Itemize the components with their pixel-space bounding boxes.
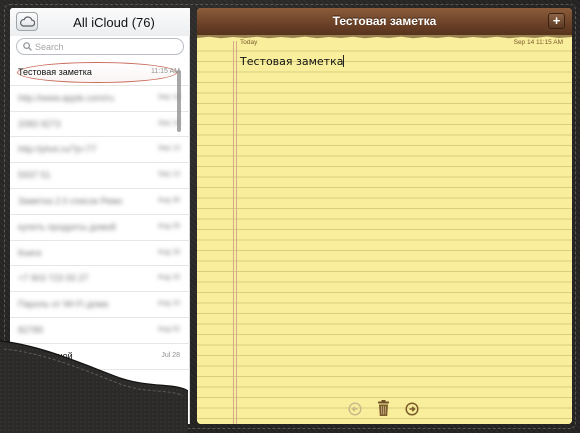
accounts-button[interactable] [16, 12, 38, 31]
note-date-full: Sep 14 11:15 AM [513, 39, 563, 46]
notes-list: Тестовая заметка 11:15 AM http://www.apple… [10, 60, 190, 370]
note-item-title: http://phot.ru/?p=77 [18, 144, 97, 155]
note-item-title: http://www.apple.com/ru [18, 92, 115, 103]
note-item-date: Sep 13 [157, 145, 180, 153]
note-item-title: Книги [18, 247, 42, 258]
list-item[interactable]: http://phot.ru/?p=77 Sep 13 [10, 137, 190, 164]
list-item[interactable]: купить продукты домой Aug 26 [10, 215, 190, 241]
cloud-icon [20, 16, 35, 27]
note-item-date: Aug 18 [157, 248, 180, 256]
note-item-date: Aug 02 [157, 325, 180, 333]
list-item[interactable]: +7 903 723 93 27 Aug 16 [10, 266, 190, 293]
list-item[interactable]: Заметка 2.0 список Ремо Aug 30 [10, 189, 190, 215]
arrow-right-icon[interactable] [405, 402, 419, 416]
leather-pocket [0, 340, 188, 433]
trash-icon[interactable] [377, 400, 390, 417]
note-paper[interactable] [197, 41, 572, 424]
note-body-text[interactable]: Тестовая заметка [240, 55, 345, 68]
sidebar-header: All iCloud (76) [10, 8, 190, 36]
note-header: Тестовая заметка + [197, 8, 572, 36]
note-item-title: Заметка 2.0 список Ремо [18, 195, 123, 206]
search-icon [23, 42, 32, 51]
note-item-title: +7 903 723 93 27 [18, 273, 89, 284]
note-item-title: 5937 51 [18, 170, 51, 181]
note-item-date: Aug 16 [157, 274, 180, 282]
list-scrollbar[interactable] [177, 70, 181, 132]
list-item[interactable]: http://www.apple.com/ru Sep 14 [10, 86, 190, 112]
note-item-date: Aug 30 [157, 196, 180, 204]
margin-line [236, 41, 237, 424]
text-caret [343, 55, 345, 67]
note-title: Тестовая заметка [332, 14, 437, 28]
note-item-title: Пароль от Wi-Fi дома [18, 299, 109, 310]
note-item-title: купить продукты домой [18, 221, 116, 232]
note-toolbar [197, 400, 572, 420]
note-body-content: Тестовая заметка [240, 55, 344, 68]
note-item-date: Aug 26 [157, 222, 180, 230]
list-item-selected[interactable]: Тестовая заметка 11:15 AM [10, 60, 190, 86]
list-item[interactable]: Книги Aug 18 [10, 241, 190, 267]
note-item-date: Aug 10 [157, 300, 180, 308]
add-note-button[interactable]: + [548, 13, 565, 29]
note-item-date: 11:15 AM [150, 68, 180, 75]
search-input[interactable] [35, 39, 175, 54]
note-item-title: Тестовая заметка [18, 67, 92, 77]
sidebar-title: All iCloud (76) [73, 15, 155, 30]
note-panel: Тестовая заметка + Today Sep 14 11:15 AM… [197, 8, 572, 424]
note-date-relative: Today [240, 39, 258, 46]
note-item-date: Sep 13 [157, 171, 180, 179]
list-item[interactable]: Пароль от Wi-Fi дома Aug 10 [10, 292, 190, 318]
list-item[interactable]: 2083 9273 Sep 14 [10, 112, 190, 138]
note-item-title: 2083 9273 [18, 118, 61, 129]
arrow-left-icon[interactable] [348, 402, 362, 416]
search-field[interactable] [16, 38, 184, 55]
margin-line [233, 41, 234, 424]
list-item[interactable]: 5937 51 Sep 13 [10, 163, 190, 189]
